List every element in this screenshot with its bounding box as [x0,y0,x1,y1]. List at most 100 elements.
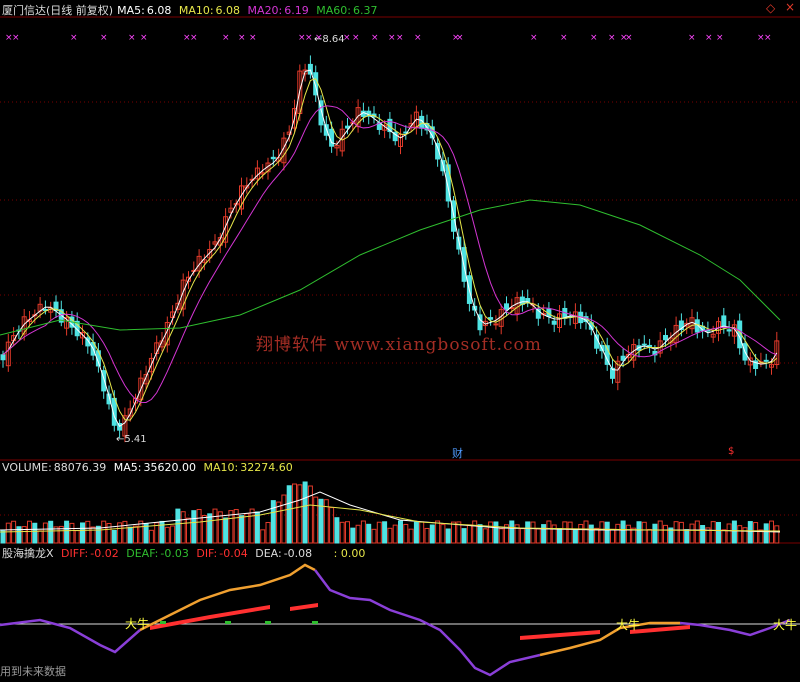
volume-bar[interactable] [5,522,11,544]
volume-bar[interactable] [567,521,573,544]
volume-bar[interactable] [742,527,748,544]
volume-bar[interactable] [594,527,600,544]
volume-bar[interactable] [270,500,276,544]
volume-bar[interactable] [69,522,75,544]
volume-bar[interactable] [615,523,621,544]
volume-bar[interactable] [64,520,70,544]
candle[interactable] [0,354,6,361]
volume-bar[interactable] [286,485,292,544]
volume-bar[interactable] [0,530,6,544]
volume-bar[interactable] [647,528,653,544]
volume-bar[interactable] [85,520,91,544]
volume-bar[interactable] [726,523,732,544]
volume-bar[interactable] [535,528,541,544]
volume-bar[interactable] [360,520,366,544]
candle[interactable] [726,329,732,332]
volume-bar[interactable] [403,523,409,544]
volume-bar[interactable] [641,521,647,544]
volume-bar[interactable] [652,523,658,544]
volume-bar[interactable] [737,525,743,544]
volume-bar[interactable] [382,521,388,544]
volume-bar[interactable] [477,524,483,544]
volume-bar[interactable] [239,515,244,544]
volume-bar[interactable] [127,526,133,544]
volume-bar[interactable] [111,529,117,544]
candle[interactable] [307,63,313,75]
volume-bar[interactable] [572,528,578,544]
volume-bar[interactable] [419,521,425,544]
volume-bar[interactable] [562,521,568,544]
volume-bar[interactable] [710,521,716,544]
volume-bar[interactable] [753,522,759,544]
volume-bar[interactable] [281,494,287,544]
volume-bar[interactable] [429,524,435,544]
volume-bar[interactable] [350,527,356,544]
volume-bar[interactable] [488,521,494,544]
volume-bar[interactable] [694,520,700,544]
volume-bar[interactable] [48,520,54,544]
volume-bar[interactable] [339,521,345,544]
volume-bar[interactable] [461,528,467,544]
volume-bar[interactable] [588,524,594,544]
dividend-event-marker[interactable]: $ [728,446,734,457]
candle[interactable] [663,335,668,341]
volume-bar[interactable] [424,527,430,544]
volume-bar[interactable] [625,524,631,544]
volume-bar[interactable] [435,520,441,544]
volume-bar[interactable] [673,521,679,544]
volume-bar[interactable] [551,524,557,544]
volume-bar[interactable] [95,525,101,544]
volume-bar[interactable] [721,529,727,544]
volume-bar[interactable] [180,511,186,544]
volume-bar[interactable] [716,521,721,544]
volume-bar[interactable] [170,525,176,544]
volume-bar[interactable] [498,528,504,544]
volume-bar[interactable] [101,520,107,544]
volume-bar[interactable] [191,510,197,544]
candle[interactable] [488,317,494,320]
volume-bar[interactable] [445,528,451,544]
volume-bar[interactable] [80,522,85,544]
volume-bar[interactable] [493,521,499,544]
volume-bar[interactable] [302,481,308,544]
volume-bar[interactable] [212,508,218,544]
volume-bar[interactable] [345,521,350,544]
volume-bar[interactable] [482,528,488,544]
volume-bar[interactable] [387,527,393,544]
volume-bar[interactable] [763,523,769,544]
volume-bar[interactable] [186,517,191,544]
volume-bar[interactable] [376,521,382,544]
volume-bar[interactable] [207,513,213,544]
volume-bar[interactable] [636,521,642,544]
volume-bar[interactable] [578,523,584,544]
candle[interactable] [763,359,769,362]
volume-bar[interactable] [678,521,684,544]
close-icon[interactable]: × [785,0,795,14]
volume-bar[interactable] [90,526,96,544]
volume-bar[interactable] [413,521,419,544]
volume-bar[interactable] [201,515,207,544]
volume-bar[interactable] [355,524,361,544]
volume-bar[interactable] [557,528,562,544]
volume-bar[interactable] [392,524,398,544]
volume-bar[interactable] [519,528,525,544]
volume-bar[interactable] [610,528,615,544]
volume-bar[interactable] [408,528,414,544]
volume-bar[interactable] [37,530,43,544]
finance-event-marker[interactable]: 财 [452,445,463,461]
volume-bar[interactable] [774,525,780,544]
volume-bar[interactable] [260,529,266,544]
volume-bar[interactable] [133,525,138,544]
volume-bar[interactable] [32,522,38,544]
volume-bar[interactable] [175,508,181,544]
volume-bar[interactable] [244,513,250,544]
volume-bar[interactable] [292,483,297,544]
volume-bar[interactable] [371,528,377,544]
candle[interactable] [641,343,647,346]
volume-bar[interactable] [604,521,610,544]
price-candles[interactable] [0,55,780,443]
volume-bar[interactable] [249,508,255,544]
volume-bar[interactable] [254,511,260,544]
volume-bar[interactable] [297,484,303,544]
volume-bar[interactable] [525,521,531,544]
